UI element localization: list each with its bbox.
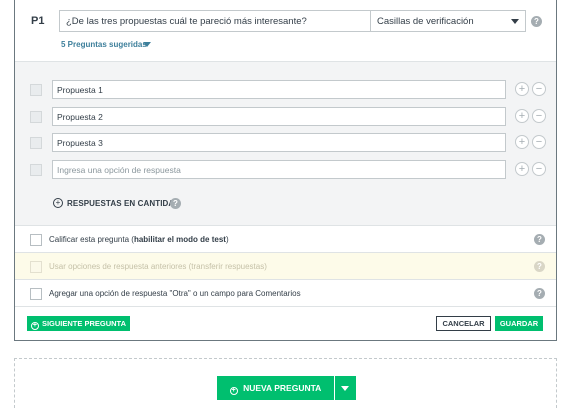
new-question-button[interactable]: + NUEVA PREGUNTA [217, 376, 334, 400]
suggested-questions-link[interactable]: 5 Preguntas sugeridas [61, 40, 147, 49]
prior-answers-option: Usar opciones de respuesta anteriores (t… [15, 252, 556, 279]
help-icon[interactable]: ? [531, 16, 542, 27]
editor-footer: + SIGUIENTE PREGUNTA CANCELAR GUARDAR [15, 306, 556, 340]
score-question-label: Calificar esta pregunta (habilitar el mo… [49, 235, 229, 244]
answer-row: Propuesta 3 + − [15, 132, 556, 156]
add-answer-icon[interactable]: + [515, 109, 529, 123]
chevron-down-icon [511, 19, 519, 24]
answer-checkbox [30, 111, 42, 123]
answer-row: Ingresa una opción de respuesta + − [15, 159, 556, 183]
remove-answer-icon[interactable]: − [532, 109, 546, 123]
next-question-label: SIGUIENTE PREGUNTA [41, 319, 127, 328]
chevron-down-icon [341, 386, 349, 391]
help-icon: ? [534, 261, 545, 272]
help-icon[interactable]: ? [534, 288, 545, 299]
question-header: P1 ¿De las tres propuestas cuál te parec… [15, 0, 556, 60]
next-question-button[interactable]: + SIGUIENTE PREGUNTA [27, 316, 130, 331]
question-number: P1 [31, 15, 45, 27]
question-text-input[interactable]: ¿De las tres propuestas cuál te pareció … [59, 10, 380, 32]
answer-checkbox [30, 137, 42, 149]
other-answer-label: Agregar una opción de respuesta "Otra" o… [49, 289, 301, 298]
chevron-down-icon[interactable] [143, 42, 151, 47]
remove-answer-icon[interactable]: − [532, 82, 546, 96]
remove-answer-icon[interactable]: − [532, 162, 546, 176]
question-editor: P1 ¿De las tres propuestas cuál te parec… [14, 0, 557, 341]
save-button[interactable]: GUARDAR [495, 316, 543, 331]
answer-input[interactable]: Propuesta 3 [52, 133, 506, 152]
answer-input[interactable]: Propuesta 1 [52, 80, 506, 99]
plus-circle-icon: + [229, 387, 238, 395]
question-type-select[interactable]: Casillas de verificación [370, 10, 526, 32]
answer-input[interactable]: Ingresa una opción de respuesta [52, 160, 506, 179]
cancel-button[interactable]: CANCELAR [436, 316, 491, 331]
bulk-answers-link[interactable]: RESPUESTAS EN CANTIDAD [67, 199, 180, 208]
add-answer-icon[interactable]: + [515, 162, 529, 176]
question-type-value: Casillas de verificación [377, 16, 474, 27]
new-question-label: NUEVA PREGUNTA [243, 383, 322, 393]
help-icon[interactable]: ? [170, 198, 181, 209]
add-answer-icon[interactable]: + [515, 82, 529, 96]
plus-circle-icon: + [30, 322, 39, 330]
other-answer-option[interactable]: Agregar una opción de respuesta "Otra" o… [15, 279, 556, 306]
answer-checkbox [30, 84, 42, 96]
enable-quiz-mode-text: habilitar el modo de test [133, 235, 226, 244]
add-answer-icon[interactable]: + [515, 135, 529, 149]
score-question-checkbox[interactable] [30, 234, 42, 246]
remove-answer-icon[interactable]: − [532, 135, 546, 149]
answer-choices: Propuesta 1 + − Propuesta 2 + − Propuest… [15, 61, 556, 225]
prior-answers-label: Usar opciones de respuesta anteriores (t… [49, 262, 267, 271]
help-icon[interactable]: ? [534, 234, 545, 245]
answer-input[interactable]: Propuesta 2 [52, 107, 506, 126]
score-question-option[interactable]: Calificar esta pregunta (habilitar el mo… [15, 225, 556, 252]
other-answer-checkbox[interactable] [30, 288, 42, 300]
answer-row: Propuesta 1 + − [15, 79, 556, 103]
prior-answers-checkbox [30, 261, 42, 273]
new-question-dropdown[interactable] [335, 376, 356, 400]
plus-circle-icon[interactable]: + [53, 198, 63, 208]
answer-checkbox [30, 164, 42, 176]
answer-row: Propuesta 2 + − [15, 106, 556, 130]
